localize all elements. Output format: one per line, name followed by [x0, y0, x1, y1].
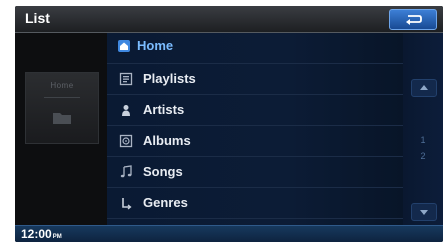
- folder-icon: [53, 113, 71, 124]
- list-item-label: Home: [137, 38, 174, 53]
- scroll-up-button[interactable]: [411, 79, 437, 97]
- clock-ampm: PM: [52, 234, 62, 240]
- list-item-label: Albums: [143, 133, 191, 148]
- title-bar: List: [15, 6, 443, 33]
- list-item-label: Artists: [143, 102, 185, 117]
- music-note-icon: [120, 165, 132, 178]
- left-panel: Home: [15, 33, 107, 225]
- chevron-down-icon: [420, 210, 428, 215]
- scroll-column: 1 2: [403, 33, 443, 225]
- list-item-label: Genres: [143, 195, 188, 210]
- list-item-genres[interactable]: Genres: [107, 188, 403, 219]
- home-thumbnail[interactable]: Home: [25, 72, 99, 144]
- thumbnail-divider: [44, 97, 80, 98]
- list-item-playlists[interactable]: Playlists: [107, 64, 403, 95]
- category-list: Home Playlists Artists Albums Songs Genr…: [107, 33, 403, 225]
- scroll-down-button[interactable]: [411, 203, 437, 221]
- list-item-songs[interactable]: Songs: [107, 157, 403, 188]
- clock-time: 12:00: [21, 227, 52, 241]
- list-item-label: Songs: [143, 164, 183, 179]
- thumbnail-label: Home: [50, 81, 74, 90]
- artist-icon: [122, 105, 130, 116]
- playlist-icon: [119, 72, 133, 86]
- genre-icon: [122, 198, 132, 210]
- page-number-current: 1: [420, 135, 426, 145]
- list-item-label: Playlists: [143, 71, 196, 86]
- page-number-total: 2: [420, 151, 426, 161]
- media-list-screen: List Home Home Playlists Artists Albums …: [15, 6, 443, 242]
- list-item-artists[interactable]: Artists: [107, 95, 403, 126]
- return-arrow-icon: [406, 15, 422, 25]
- clock: 12:00PM: [21, 227, 62, 241]
- album-icon: [119, 134, 133, 148]
- status-bar: 12:00PM: [15, 225, 443, 242]
- list-item-albums[interactable]: Albums: [107, 126, 403, 157]
- home-icon: [118, 40, 130, 52]
- page-title: List: [25, 10, 50, 26]
- chevron-up-icon: [420, 85, 428, 90]
- list-item-home[interactable]: Home: [107, 33, 403, 64]
- back-button[interactable]: [389, 9, 437, 30]
